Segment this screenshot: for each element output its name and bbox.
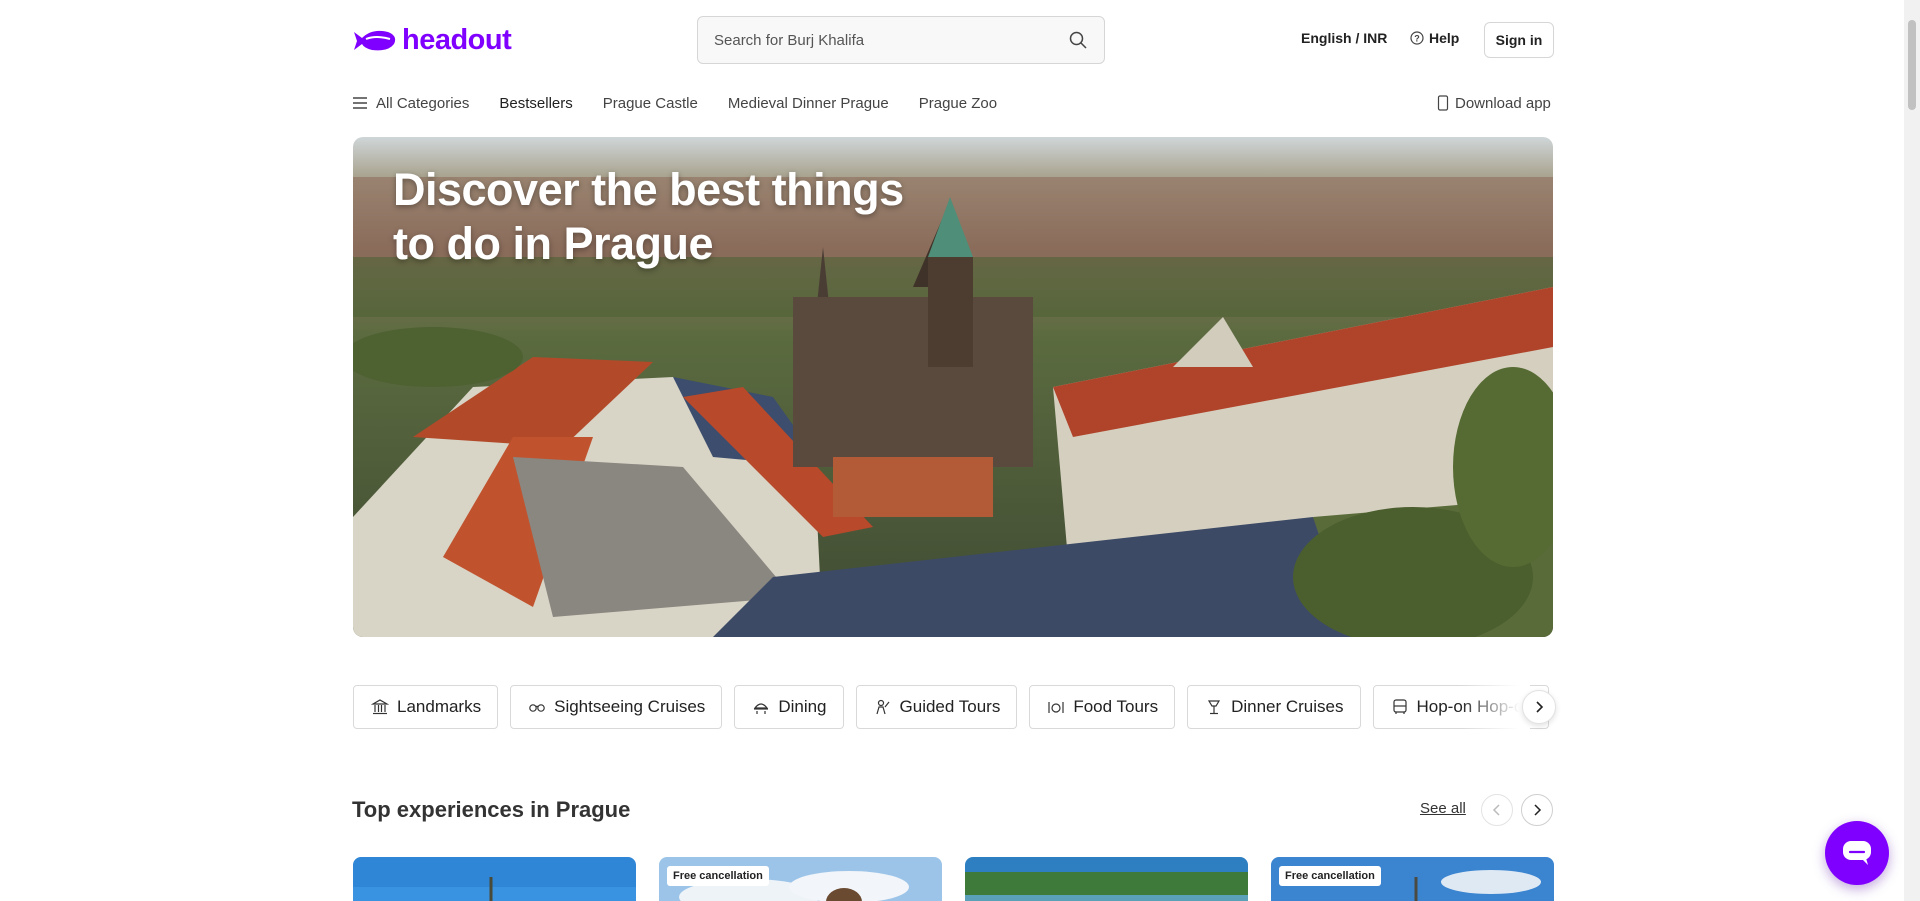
nav-prague-castle[interactable]: Prague Castle [603, 95, 698, 112]
chevron-left-icon [1492, 804, 1500, 816]
download-label: Download app [1455, 94, 1551, 112]
chip-sightseeing-cruises[interactable]: Sightseeing Cruises [510, 685, 723, 729]
chip-label: Landmarks [397, 697, 482, 716]
chips-next-button[interactable] [1522, 690, 1556, 724]
search-input[interactable] [714, 31, 1068, 49]
chat-button[interactable] [1825, 821, 1889, 885]
free-cancellation-badge: Free cancellation [1279, 866, 1381, 886]
chip-dining[interactable]: Dining [734, 685, 844, 729]
phone-icon [1437, 95, 1449, 111]
bus-icon [1392, 699, 1407, 714]
search-bar[interactable] [697, 16, 1105, 64]
experience-image [353, 857, 636, 901]
menu-icon [353, 97, 367, 109]
hero-title: Discover the best things to do in Prague [393, 164, 904, 269]
download-app-link[interactable]: Download app [1437, 92, 1551, 114]
dining-icon [754, 703, 769, 714]
chip-dinner-cruises[interactable]: Dinner Cruises [1187, 685, 1361, 729]
page: headout English / INR ? Help Sign in All… [0, 0, 1920, 901]
chat-icon [1843, 841, 1871, 865]
experience-card[interactable]: Free cancellation [1271, 857, 1554, 901]
chips-fade-overlay [1460, 685, 1530, 730]
nav-item-label: All Categories [376, 94, 470, 112]
chip-label: Sightseeing Cruises [554, 697, 706, 716]
sign-in-button[interactable]: Sign in [1484, 22, 1554, 58]
help-icon: ? [1410, 31, 1424, 45]
hero-banner[interactable]: Discover the best things to do in Prague [353, 137, 1553, 637]
food-icon [1048, 702, 1064, 713]
headout-logo[interactable]: headout [352, 23, 512, 56]
guide-icon [875, 699, 889, 715]
chip-landmarks[interactable]: Landmarks [353, 685, 499, 729]
chip-label: Dinner Cruises [1231, 697, 1344, 716]
nav-prague-zoo[interactable]: Prague Zoo [919, 95, 997, 112]
nav-bestsellers[interactable]: Bestsellers [499, 95, 572, 112]
top-nav: All Categories Bestsellers Prague Castle… [352, 92, 1027, 114]
experience-card[interactable] [353, 857, 636, 901]
chip-guided-tours[interactable]: Guided Tours [855, 685, 1018, 729]
landmark-icon [371, 699, 389, 715]
experience-card[interactable]: Free cancellation [659, 857, 942, 901]
nav-medieval-dinner[interactable]: Medieval Dinner Prague [728, 95, 889, 112]
carousel-prev-button[interactable] [1481, 794, 1513, 826]
svg-text:?: ? [1414, 34, 1420, 44]
blimp-logo-icon [354, 30, 396, 51]
see-all-link[interactable]: See all [1420, 800, 1466, 817]
language-currency-selector[interactable]: English / INR [1301, 30, 1387, 46]
chip-label: Guided Tours [899, 697, 1001, 716]
nav-all-categories[interactable]: All Categories [352, 95, 469, 112]
chip-label: Food Tours [1073, 697, 1159, 716]
category-chips: Landmarks Sightseeing Cruises Dining Gui… [353, 685, 1553, 730]
chip-food-tours[interactable]: Food Tours [1029, 685, 1176, 729]
section-title: Top experiences in Prague [352, 797, 631, 822]
logo-text: headout [402, 23, 512, 56]
cruise-icon [529, 704, 545, 712]
dinner-cruise-icon [1208, 700, 1221, 715]
chevron-right-icon [1534, 804, 1542, 816]
free-cancellation-badge: Free cancellation [667, 866, 769, 886]
help-label: Help [1429, 30, 1460, 46]
chevron-right-icon [1536, 701, 1544, 713]
chip-label: Dining [778, 697, 827, 716]
help-link[interactable]: ? Help [1410, 30, 1459, 46]
experience-card[interactable] [965, 857, 1248, 901]
page-scrollbar[interactable] [1904, 0, 1920, 901]
search-icon[interactable] [1068, 30, 1088, 50]
experience-image [965, 857, 1248, 901]
carousel-next-button[interactable] [1521, 794, 1553, 826]
scrollbar-thumb[interactable] [1908, 20, 1916, 110]
